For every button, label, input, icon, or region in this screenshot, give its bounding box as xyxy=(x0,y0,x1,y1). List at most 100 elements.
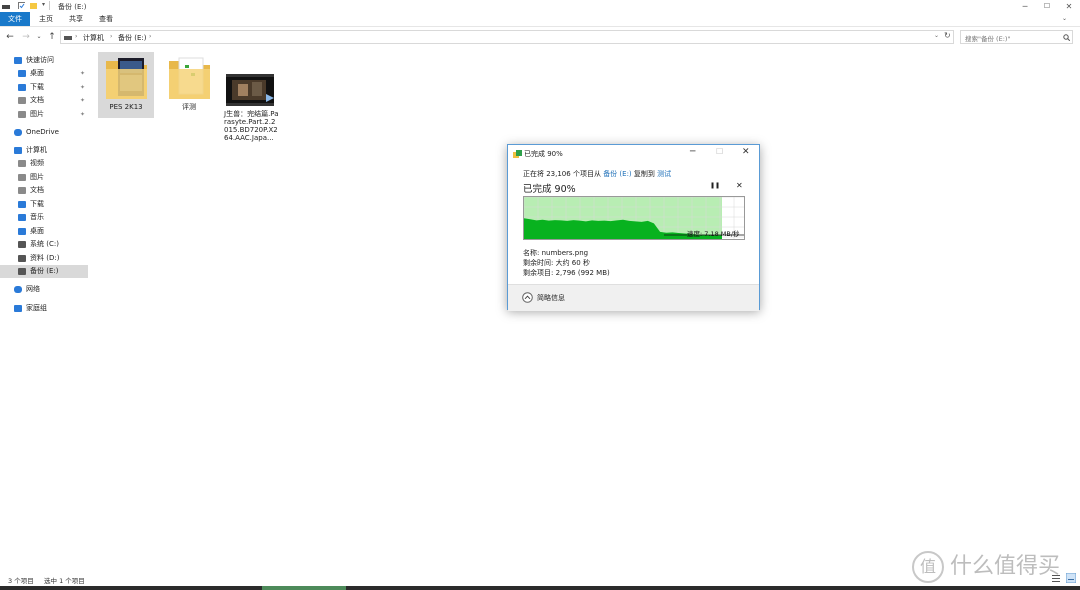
window-icon xyxy=(2,5,10,9)
back-arrow-icon[interactable]: ← xyxy=(4,31,16,43)
computer-small-icon xyxy=(64,36,72,40)
file-item-review[interactable]: 评测 xyxy=(161,52,217,118)
file-item-pes-2k13[interactable]: PES 2K13 xyxy=(98,52,154,118)
file-name: PES 2K13 xyxy=(109,103,143,111)
close-button[interactable]: ✕ xyxy=(1058,0,1080,12)
sidebar-item[interactable]: OneDrive xyxy=(0,126,88,139)
progress-heading: 已完成 90% xyxy=(523,184,576,195)
sidebar-item[interactable]: 系统 (C:) xyxy=(0,238,88,251)
sidebar-item[interactable]: 计算机 xyxy=(0,144,88,157)
breadcrumb-chevron-icon[interactable]: › xyxy=(75,33,77,40)
drive-icon xyxy=(18,268,26,275)
sidebar-item[interactable]: 下载 ✦ xyxy=(0,81,88,94)
dialog-minimize-button[interactable]: ─ xyxy=(690,147,695,157)
sidebar-item-label: 下载 xyxy=(30,200,44,208)
minimize-button[interactable]: ─ xyxy=(1014,0,1036,12)
sidebar-item[interactable]: 快速访问 xyxy=(0,54,88,67)
sidebar-item[interactable]: 图片 ✦ xyxy=(0,108,88,121)
sidebar-item[interactable]: 家庭组 xyxy=(0,302,88,315)
search-input[interactable]: 搜索"备份 (E:)" xyxy=(965,33,1010,43)
time-remaining: 剩余时间: 大约 60 秒 xyxy=(523,259,590,267)
sidebar-item[interactable]: 图片 xyxy=(0,171,88,184)
desktop-icon xyxy=(18,228,26,235)
sidebar-item[interactable]: 音乐 xyxy=(0,211,88,224)
tab-share[interactable]: 共享 xyxy=(64,12,88,26)
large-icons-view-icon[interactable] xyxy=(1066,573,1076,583)
sidebar-item-label: 桌面 xyxy=(30,69,44,77)
sidebar-item[interactable]: 桌面 xyxy=(0,225,88,238)
watermark-text: 什么值得买 xyxy=(950,554,1061,579)
pin-icon[interactable]: ✦ xyxy=(80,67,85,80)
dialog-close-button[interactable]: ✕ xyxy=(742,147,750,157)
title-separator xyxy=(49,1,50,10)
copy-progress-dialog: 已完成 90% ─ ☐ ✕ 正在将 23,106 个项目从 备份 (E:) 复制… xyxy=(507,144,760,311)
homegroup-icon xyxy=(14,305,22,312)
sidebar-item[interactable]: 文档 xyxy=(0,184,88,197)
sidebar-item[interactable]: 文档 ✦ xyxy=(0,94,88,107)
sidebar-item[interactable]: 桌面 ✦ xyxy=(0,67,88,80)
sidebar-item-label: 网络 xyxy=(26,285,40,293)
sidebar-item-label: 备份 (E:) xyxy=(30,267,59,275)
download-icon xyxy=(18,84,26,91)
file-name: 评测 xyxy=(182,103,196,111)
picture-icon xyxy=(18,111,26,118)
drive-icon xyxy=(18,255,26,262)
tab-file[interactable]: 文件 xyxy=(0,12,30,26)
sidebar-item[interactable]: 资料 (D:) xyxy=(0,252,88,265)
cancel-button[interactable]: ✕ xyxy=(736,181,743,190)
sidebar-item-label: 系统 (C:) xyxy=(30,240,59,248)
sidebar-item-label: 快速访问 xyxy=(26,56,54,64)
properties-icon[interactable] xyxy=(18,2,25,9)
tab-home[interactable]: 主页 xyxy=(34,12,58,26)
window-title: 备份 (E:) xyxy=(58,3,87,11)
new-folder-icon[interactable] xyxy=(30,2,37,9)
document-icon xyxy=(18,97,26,104)
recent-dropdown-icon[interactable]: ⌄ xyxy=(33,31,45,43)
desktop-icon xyxy=(18,70,26,77)
sidebar-item-label: 音乐 xyxy=(30,213,44,221)
sidebar-item[interactable]: 下载 xyxy=(0,198,88,211)
pin-icon[interactable]: ✦ xyxy=(80,108,85,121)
pin-icon[interactable]: ✦ xyxy=(80,81,85,94)
drive-icon xyxy=(18,241,26,248)
sidebar-item-label: 家庭组 xyxy=(26,304,47,312)
dialog-footer: 简略信息 xyxy=(508,284,759,311)
pause-button[interactable]: ❚❚ xyxy=(710,182,720,189)
address-dropdown-icon[interactable]: ⌄ xyxy=(934,32,939,39)
sidebar-item-label: 文档 xyxy=(30,186,44,194)
address-bar[interactable]: › 计算机 › 备份 (E:) › ⌄ ↻ xyxy=(60,30,954,44)
collapse-details-icon[interactable] xyxy=(522,292,533,303)
title-bar: ▾ 备份 (E:) ─ ☐ ✕ xyxy=(0,0,1080,12)
breadcrumb-chevron-icon[interactable]: › xyxy=(149,33,151,40)
source-link[interactable]: 备份 (E:) xyxy=(603,170,631,178)
sidebar-item-label: OneDrive xyxy=(26,128,59,136)
expand-ribbon-icon[interactable]: ⌄ xyxy=(1062,15,1067,22)
copy-description-prefix: 正在将 23,106 个项目从 xyxy=(523,170,601,178)
selected-count: 选中 1 个项目 xyxy=(44,577,85,585)
sidebar-item[interactable]: 网络 xyxy=(0,283,88,296)
sidebar-item-label: 视频 xyxy=(30,159,44,167)
destination-link[interactable]: 测试 xyxy=(657,170,671,178)
taskbar-active-app[interactable] xyxy=(262,586,346,590)
sidebar-item[interactable]: 备份 (E:) xyxy=(0,265,88,278)
tab-view[interactable]: 查看 xyxy=(94,12,118,26)
breadcrumb-computer[interactable]: 计算机 xyxy=(83,33,104,43)
file-item-video[interactable]: J生兽：完结篇.Parasyte.Part.2.2015.BD720P.X264… xyxy=(221,70,279,150)
refresh-icon[interactable]: ↻ xyxy=(944,31,951,40)
search-icon[interactable] xyxy=(1063,34,1070,41)
forward-arrow-icon[interactable]: → xyxy=(20,31,32,43)
file-name: J生兽：完结篇.Parasyte.Part.2.2015.BD720P.X264… xyxy=(224,110,279,142)
sidebar-item-label: 图片 xyxy=(30,173,44,181)
pin-icon[interactable]: ✦ xyxy=(80,94,85,107)
copy-icon xyxy=(513,150,522,158)
up-arrow-icon[interactable]: ↑ xyxy=(46,31,58,43)
search-box[interactable]: 搜索"备份 (E:)" xyxy=(960,30,1073,44)
breadcrumb-chevron-icon[interactable]: › xyxy=(110,33,112,40)
maximize-button[interactable]: ☐ xyxy=(1036,0,1058,12)
sidebar-item[interactable]: 视频 xyxy=(0,157,88,170)
dialog-maximize-button[interactable]: ☐ xyxy=(716,147,723,156)
less-details-toggle[interactable]: 简略信息 xyxy=(537,293,565,303)
quick-access-dropdown-icon[interactable]: ▾ xyxy=(42,1,45,8)
breadcrumb-drive[interactable]: 备份 (E:) xyxy=(118,33,146,43)
cloud-icon xyxy=(14,129,22,136)
